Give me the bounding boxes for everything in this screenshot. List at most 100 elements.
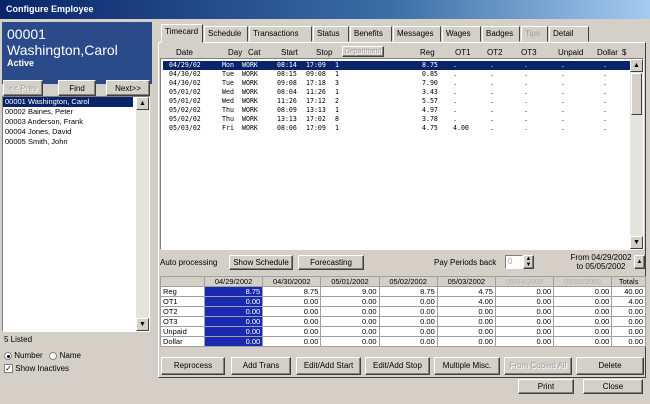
cell-day: Tue bbox=[222, 70, 234, 78]
tab-timecard[interactable]: Timecard bbox=[161, 24, 203, 43]
cell-date: 05/03/02 bbox=[169, 124, 201, 132]
employee-list-scrollbar[interactable]: ▲ ▼ bbox=[136, 97, 149, 331]
range-to: to 05/05/2002 bbox=[576, 262, 626, 271]
tab-schedule[interactable]: Schedule bbox=[204, 26, 248, 42]
timecard-scrollbar[interactable]: ▲ ▼ bbox=[630, 59, 643, 249]
summary-cell: 0.00 bbox=[494, 306, 555, 317]
pay-periods-spinner-icon[interactable]: ▲ ▼ bbox=[523, 255, 534, 269]
column-header-stop[interactable]: Stop bbox=[316, 48, 332, 57]
timecard-scroll-down-icon[interactable]: ▼ bbox=[630, 236, 643, 249]
column-header-cat[interactable]: Cat bbox=[248, 48, 260, 57]
show-schedule-button[interactable]: Show Schedule bbox=[229, 255, 293, 270]
add-trans-button[interactable]: Add Trans bbox=[231, 357, 291, 375]
summary-cell: 4.75 bbox=[436, 286, 496, 297]
scroll-up-icon[interactable]: ▲ bbox=[136, 97, 149, 110]
column-header-dollar[interactable]: Dollar bbox=[597, 48, 618, 57]
employee-list-item[interactable]: 00005 Smith, John bbox=[3, 137, 133, 147]
timecard-scroll-thumb[interactable] bbox=[631, 73, 642, 115]
cell-reg: 4.75 bbox=[422, 124, 438, 132]
column-header-ot2[interactable]: OT2 bbox=[487, 48, 503, 57]
summary-cell: 0.00 bbox=[553, 296, 613, 307]
summary-date-header[interactable]: 04/30/2002 bbox=[262, 276, 322, 287]
employee-list-item[interactable]: 00001 Washington, Carol bbox=[3, 97, 133, 107]
column-header-reg[interactable]: Reg bbox=[420, 48, 435, 57]
employee-name: Washington,Carol bbox=[7, 42, 118, 58]
timecard-row[interactable]: 04/30/02 Tue WORK 09:08 17:18 3 7.90..... bbox=[163, 79, 630, 88]
cell-dept: 3 bbox=[335, 79, 339, 87]
summary-cell: 0.00 bbox=[203, 336, 264, 347]
summary-date-header[interactable]: 05/04/2002 bbox=[494, 276, 555, 287]
cell-ot2: . bbox=[490, 88, 494, 96]
delete-button[interactable]: Delete bbox=[576, 357, 644, 375]
tab-detail[interactable]: Detail bbox=[549, 26, 589, 42]
column-header-s[interactable]: $ bbox=[622, 48, 626, 57]
employee-list-item[interactable]: 00003 Anderson, Frank bbox=[3, 117, 133, 127]
timecard-row[interactable]: 04/30/02 Tue WORK 08:15 09:08 1 0.85..... bbox=[163, 70, 630, 79]
edit-add-start-button[interactable]: Edit/Add Start bbox=[296, 357, 361, 375]
column-header-unpaid[interactable]: Unpaid bbox=[558, 48, 583, 57]
cell-date: 04/29/02 bbox=[169, 61, 201, 69]
cell-ot3: . bbox=[524, 70, 528, 78]
column-header-day[interactable]: Day bbox=[228, 48, 242, 57]
department-column-button[interactable]: Department bbox=[342, 46, 384, 57]
timecard-row[interactable]: 04/29/02 Mon WORK 08:14 17:09 1 8.75..... bbox=[163, 61, 630, 70]
timecard-row[interactable]: 05/01/02 Wed WORK 11:26 17:12 2 5.57..... bbox=[163, 97, 630, 106]
close-button[interactable]: Close bbox=[583, 379, 643, 394]
summary-total-cell: 0.00 bbox=[611, 306, 646, 317]
summary-cell: 0.00 bbox=[436, 316, 496, 327]
edit-add-stop-button[interactable]: Edit/Add Stop bbox=[365, 357, 430, 375]
scroll-down-icon[interactable]: ▼ bbox=[136, 318, 149, 331]
summary-total-cell: 4.00 bbox=[611, 296, 646, 307]
employee-list-item[interactable]: 00002 Baines, Peter bbox=[3, 107, 133, 117]
timecard-row[interactable]: 05/03/02 Fri WORK 08:06 17:09 1 4.75 4.00.... bbox=[163, 124, 630, 133]
summary-date-header[interactable]: 04/29/2002 bbox=[203, 276, 264, 287]
column-header-start[interactable]: Start bbox=[281, 48, 298, 57]
sort-number-label: Number bbox=[14, 351, 43, 360]
show-inactives-checkbox[interactable]: ✓ bbox=[4, 364, 13, 374]
cell-reg: 8.75 bbox=[422, 61, 438, 69]
summary-row: Reg 8.75 8.75 9.00 8.75 4.75 0.00 0.00 40.00 bbox=[160, 286, 646, 297]
tab-status[interactable]: Status bbox=[313, 26, 349, 42]
forecasting-button[interactable]: Forecasting bbox=[298, 255, 364, 270]
prev-button[interactable]: << Prev bbox=[3, 80, 43, 96]
tab-transactions[interactable]: Transactions bbox=[249, 26, 312, 42]
tab-tips[interactable]: Tips bbox=[521, 26, 548, 42]
find-button[interactable]: Find bbox=[58, 80, 96, 96]
tab-wages[interactable]: Wages bbox=[442, 26, 481, 42]
column-header-ot1[interactable]: OT1 bbox=[455, 48, 471, 57]
timecard-grid[interactable]: 04/29/02 Mon WORK 08:14 17:09 1 8.75..... 04/30… bbox=[160, 58, 644, 250]
multiple-misc-button[interactable]: Multiple Misc. bbox=[434, 357, 500, 375]
timecard-row[interactable]: 05/01/02 Wed WORK 08:04 11:26 1 3.43..... bbox=[163, 88, 630, 97]
employee-list[interactable]: 00001 Washington, Carol 00002 Baines, Pet… bbox=[2, 96, 150, 332]
sort-name-radio[interactable] bbox=[49, 351, 58, 360]
timecard-row[interactable]: 05/02/02 Thu WORK 13:13 17:02 8 3.78..... bbox=[163, 115, 630, 124]
summary-date-header[interactable]: 05/01/2002 bbox=[320, 276, 380, 287]
summary-cell: 0.00 bbox=[378, 326, 438, 337]
summary-cell: 0.00 bbox=[436, 326, 496, 337]
summary-date-header[interactable]: 05/02/2002 bbox=[378, 276, 438, 287]
summary-cell: 4.00 bbox=[436, 296, 496, 307]
timecard-scroll-up-icon[interactable]: ▲ bbox=[630, 59, 643, 72]
tab-messages[interactable]: Messages bbox=[393, 26, 441, 42]
reprocess-button[interactable]: Reprocess bbox=[161, 357, 225, 375]
summary-cell: 0.00 bbox=[494, 336, 555, 347]
tab-benefits[interactable]: Benefits bbox=[350, 26, 392, 42]
column-header-ot3[interactable]: OT3 bbox=[521, 48, 537, 57]
tab-badges[interactable]: Badges bbox=[482, 26, 520, 42]
summary-date-header[interactable]: 05/05/2002 bbox=[553, 276, 613, 287]
sort-number-radio[interactable] bbox=[4, 351, 12, 360]
range-scroll-icon[interactable]: ▲ bbox=[634, 255, 645, 269]
print-button[interactable]: Print bbox=[518, 379, 574, 394]
employee-header: 00001 Washington,Carol Active bbox=[2, 22, 152, 84]
next-button[interactable]: Next>> bbox=[106, 80, 150, 96]
cell-date: 04/30/02 bbox=[169, 79, 201, 87]
cell-ot3: . bbox=[524, 124, 528, 132]
summary-corner bbox=[160, 276, 205, 287]
from-copied-button[interactable]: From Copied All bbox=[504, 357, 572, 375]
summary-cell: 0.00 bbox=[494, 326, 555, 337]
column-header-date[interactable]: Date bbox=[176, 48, 193, 57]
summary-date-header[interactable]: 05/03/2002 bbox=[436, 276, 496, 287]
timecard-row[interactable]: 05/02/02 Thu WORK 08:09 13:13 1 4.97..... bbox=[163, 106, 630, 115]
pay-periods-input[interactable]: 0 bbox=[505, 255, 523, 269]
employee-list-item[interactable]: 00004 Jones, David bbox=[3, 127, 133, 137]
